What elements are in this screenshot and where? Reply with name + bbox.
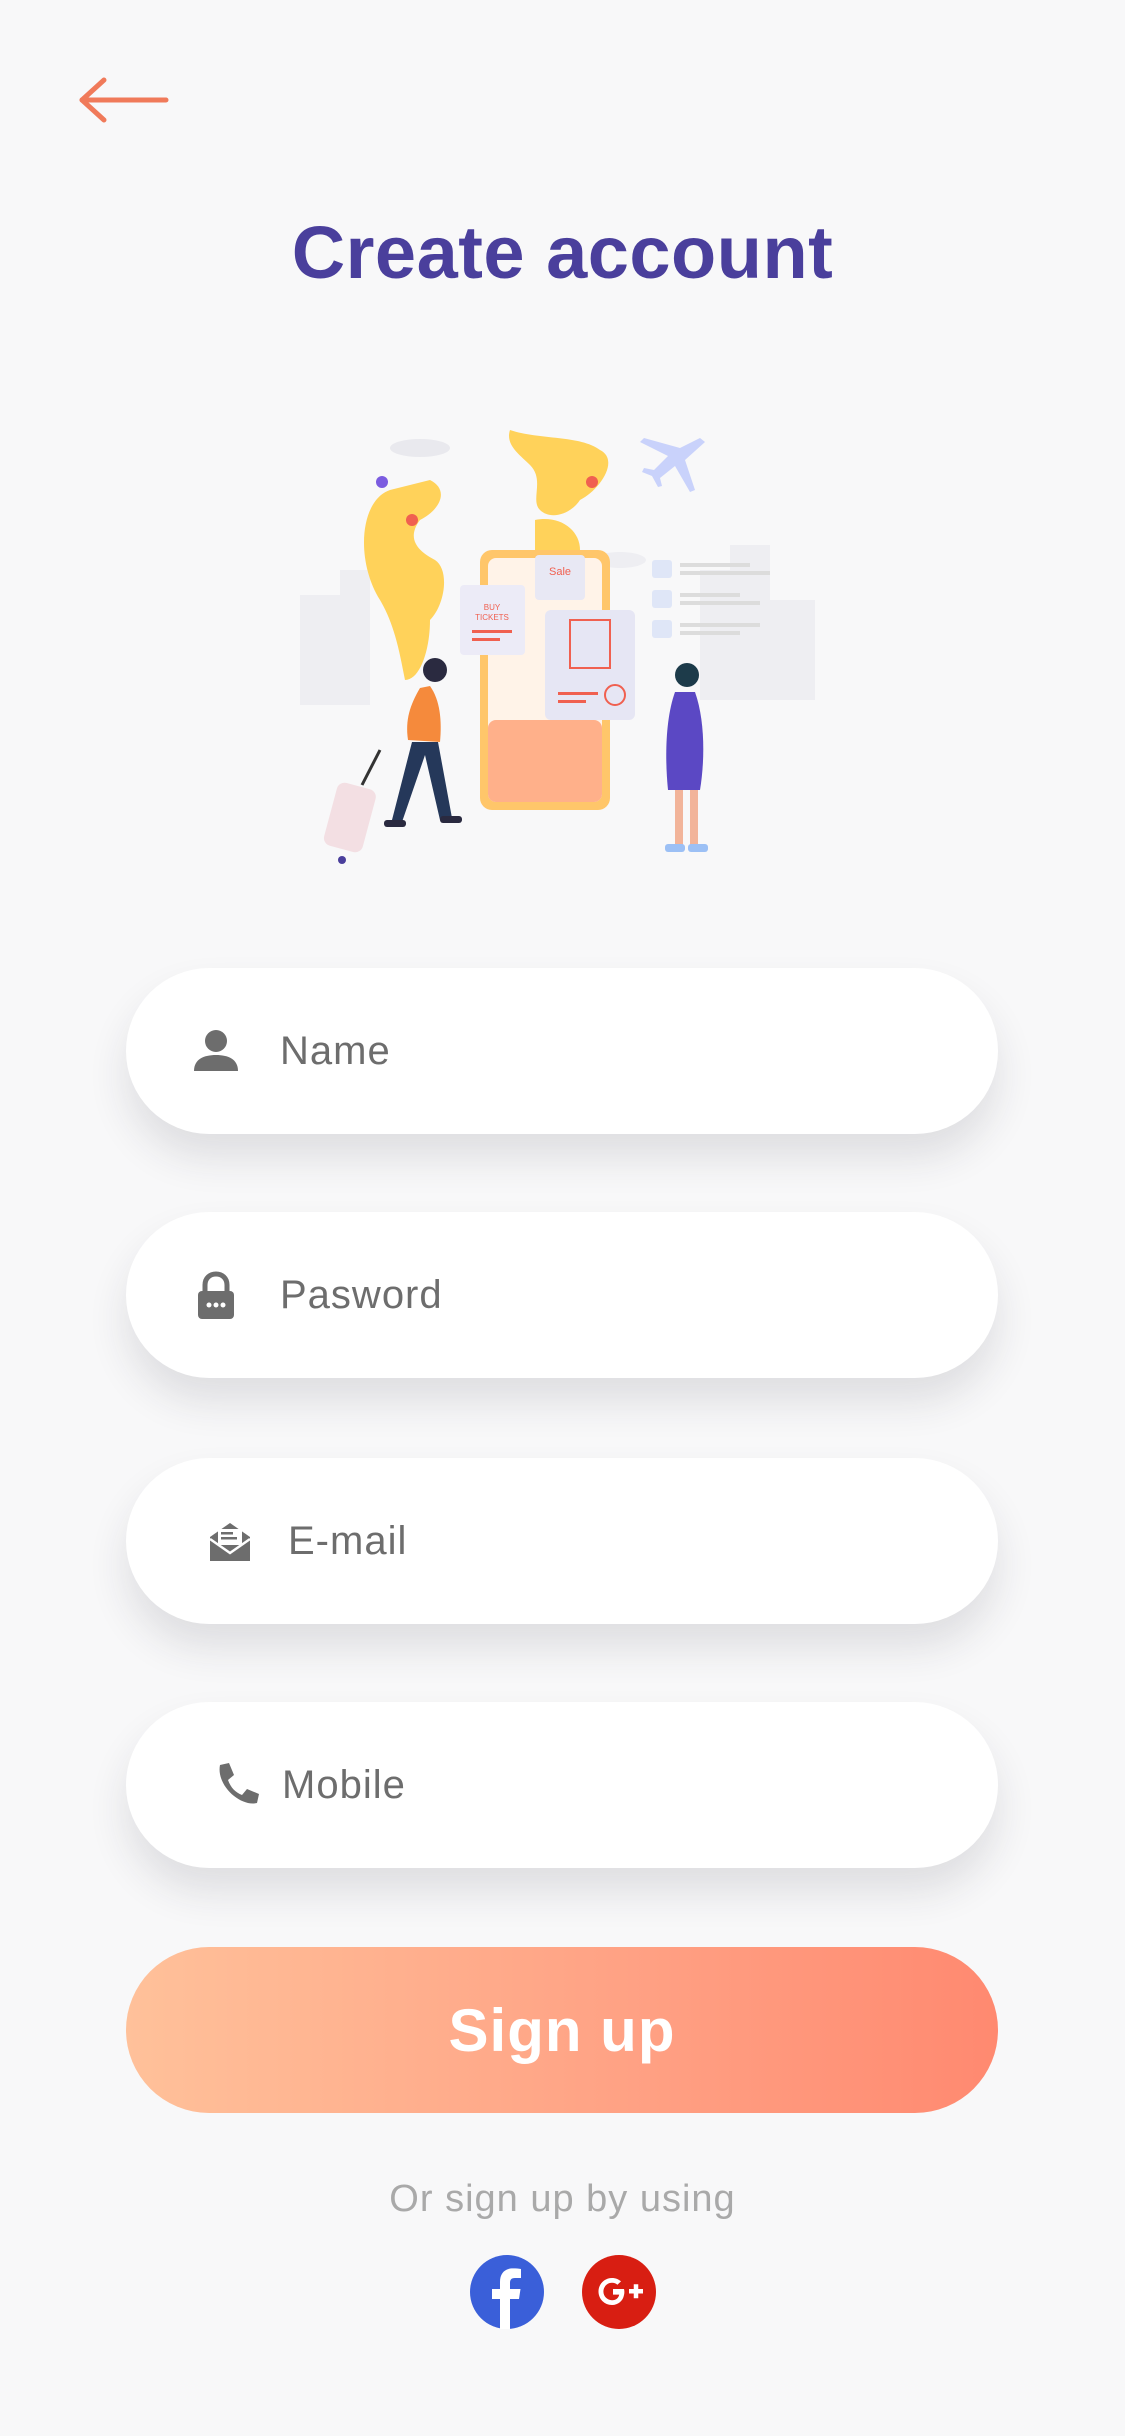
sale-label: Sale	[549, 566, 571, 578]
google-plus-button[interactable]	[582, 2255, 656, 2329]
social-signup-label: Or sign up by using	[389, 2178, 736, 2220]
travel-illustration: Sale BUY TICKETS	[300, 430, 815, 864]
google-plus-icon	[582, 2255, 656, 2329]
signup-button[interactable]: Sign up	[126, 1947, 998, 2113]
arrow-left-icon	[79, 77, 169, 123]
person-icon	[194, 1030, 238, 1071]
name-input[interactable]	[280, 968, 940, 1134]
phone-icon	[219, 1763, 259, 1804]
facebook-button[interactable]	[470, 2255, 544, 2329]
mobile-field[interactable]	[126, 1702, 998, 1868]
mobile-input[interactable]	[282, 1702, 942, 1868]
back-button[interactable]	[70, 70, 180, 130]
envelope-icon	[209, 1523, 251, 1561]
tickets-label: TICKETS	[475, 613, 509, 622]
page-title: Create account	[291, 211, 834, 294]
password-field[interactable]	[126, 1212, 998, 1378]
facebook-icon	[470, 2255, 544, 2329]
password-input[interactable]	[280, 1212, 940, 1378]
email-input[interactable]	[288, 1458, 948, 1624]
buy-label: BUY	[484, 603, 501, 612]
lock-icon	[198, 1271, 234, 1319]
name-field[interactable]	[126, 968, 998, 1134]
email-field[interactable]	[126, 1458, 998, 1624]
